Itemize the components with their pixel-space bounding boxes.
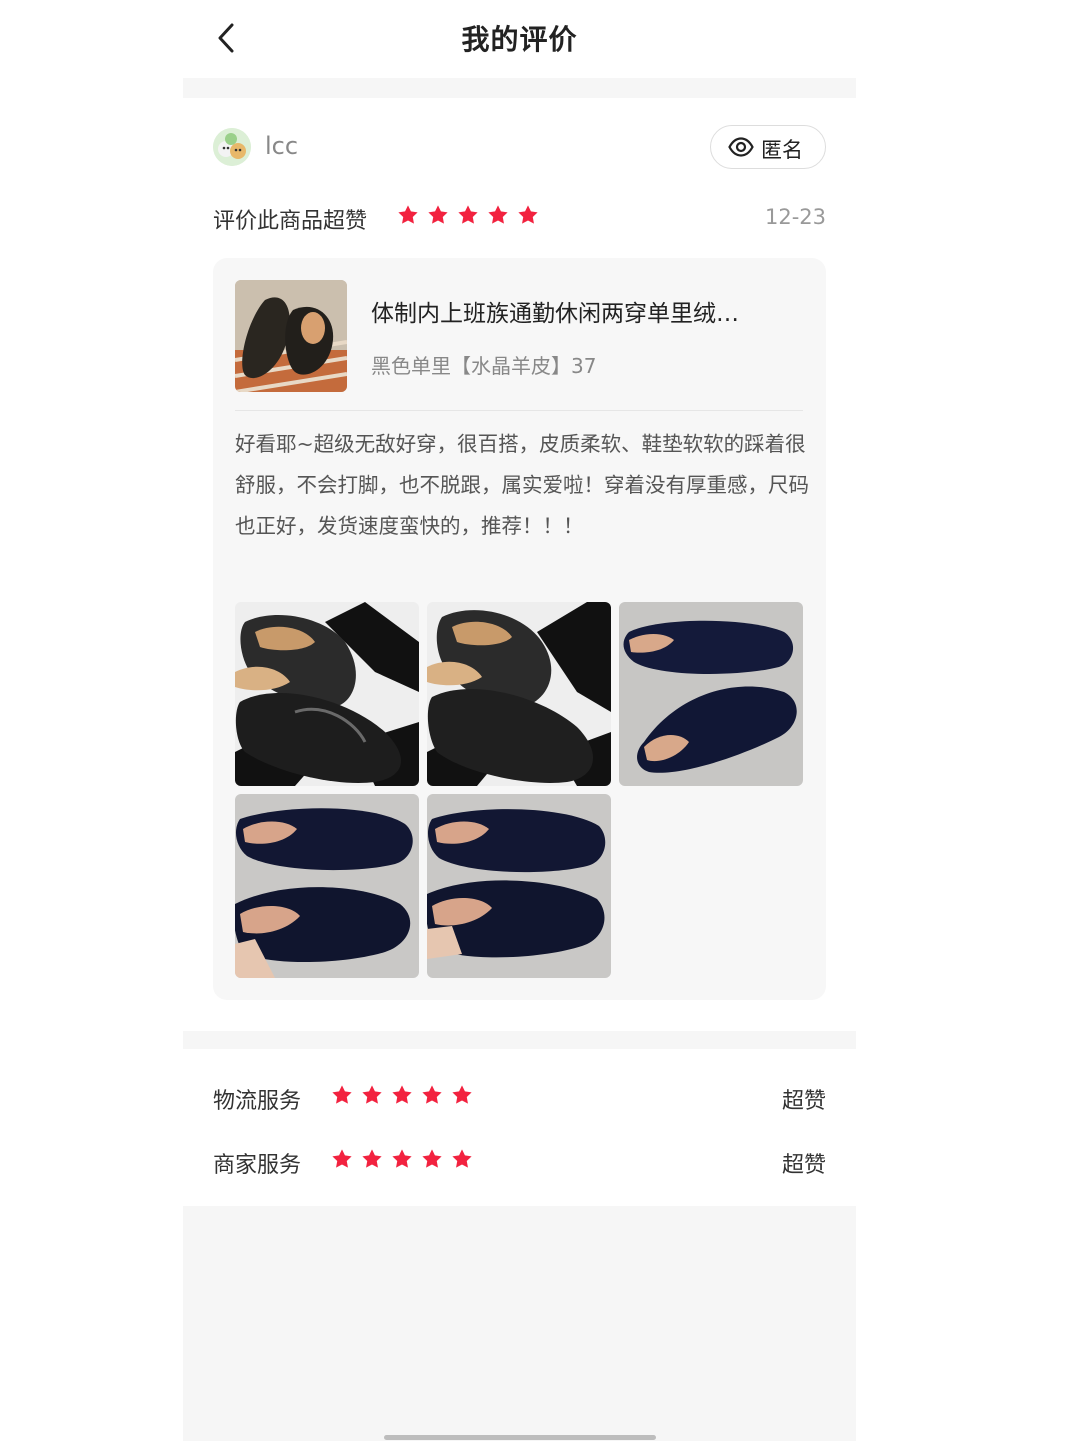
service-stars (331, 1084, 481, 1110)
star-icon (362, 1085, 382, 1104)
star-icon (422, 1149, 442, 1168)
star-icon (452, 1149, 472, 1168)
review-photo[interactable] (235, 602, 419, 786)
page-footer-area (183, 1206, 856, 1441)
product-rating-stars (397, 204, 547, 230)
star-icon (488, 205, 508, 224)
divider (235, 410, 803, 411)
reviewer-row: lcc 匿名 (213, 125, 826, 169)
service-value: 超赞 (781, 1153, 826, 1178)
section-divider (183, 78, 856, 98)
anonymous-label: 匿名 (761, 138, 803, 162)
review-photo[interactable] (235, 794, 419, 978)
star-icon (362, 1149, 382, 1168)
review-photo[interactable] (427, 794, 611, 978)
avatar[interactable] (213, 128, 251, 166)
star-icon (398, 205, 418, 224)
nav-bar: 我的评价 (183, 0, 856, 78)
review-page: 我的评价 lcc 匿名 评价此商品超赞 12-23 体制内上班族通勤休闲两穿单里… (183, 0, 856, 1441)
review-photo[interactable] (619, 602, 803, 786)
merchant-service-row: 商家服务 超赞 (213, 1145, 826, 1179)
section-divider (183, 1031, 856, 1049)
home-indicator[interactable] (384, 1435, 656, 1440)
star-icon (332, 1085, 352, 1104)
anonymous-toggle-button[interactable]: 匿名 (710, 125, 826, 169)
eye-icon (728, 137, 754, 157)
star-icon (518, 205, 538, 224)
service-stars (331, 1148, 481, 1174)
product-title[interactable]: 体制内上班族通勤休闲两穿单里绒… (371, 294, 801, 328)
service-label: 物流服务 (213, 1089, 302, 1114)
page-title: 我的评价 (461, 23, 578, 56)
review-text: 好看耶~超级无敌好穿，很百搭，皮质柔软、鞋垫软软的踩着很舒服，不会打脚，也不脱跟… (235, 432, 809, 538)
service-label: 商家服务 (213, 1153, 302, 1178)
review-date: 12-23 (764, 205, 826, 229)
rating-label: 评价此商品超赞 (213, 209, 368, 234)
star-icon (392, 1085, 412, 1104)
star-icon (452, 1085, 472, 1104)
star-icon (332, 1149, 352, 1168)
product-thumbnail[interactable] (235, 280, 347, 392)
star-icon (458, 205, 478, 224)
review-photos (235, 602, 805, 978)
star-icon (422, 1085, 442, 1104)
logistics-service-row: 物流服务 超赞 (213, 1081, 826, 1115)
username: lcc (265, 132, 299, 160)
star-icon (392, 1149, 412, 1168)
review-card: 体制内上班族通勤休闲两穿单里绒… 黑色单里【水晶羊皮】37 好看耶~超级无敌好穿… (213, 258, 826, 1000)
service-value: 超赞 (781, 1089, 826, 1114)
product-spec: 黑色单里【水晶羊皮】37 (371, 354, 597, 378)
star-icon (428, 205, 448, 224)
product-rating-row: 评价此商品超赞 12-23 (213, 202, 826, 234)
review-photo[interactable] (427, 602, 611, 786)
